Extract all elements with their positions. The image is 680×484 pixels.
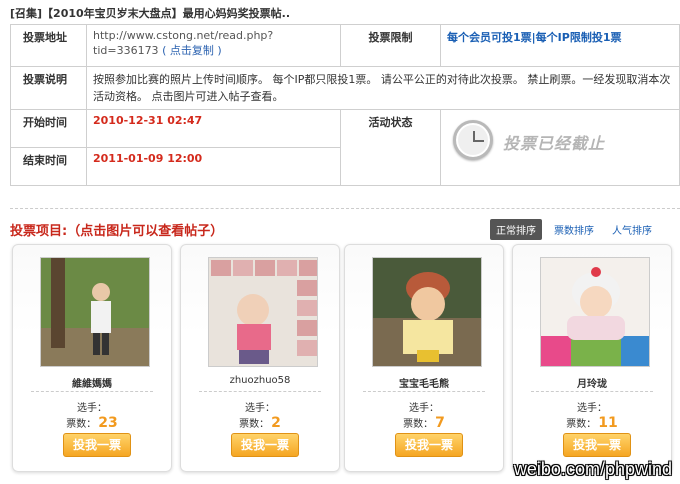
candidate-cards: 維維媽媽 选手： 票数： 23 投我一票 zhuozhuo58 选手： 票数： 2 … bbox=[10, 244, 680, 474]
vote-limit-label: 投票限制 bbox=[340, 24, 441, 67]
status-cell: 投票已经截止 bbox=[440, 109, 680, 186]
candidate-photo[interactable] bbox=[540, 257, 650, 367]
vote-count: 票数： 23 bbox=[66, 415, 118, 431]
candidate-card: 維維媽媽 选手： 票数： 23 投我一票 bbox=[12, 244, 172, 472]
vote-info-table: 投票地址 http://www.cstong.net/read.php?tid=… bbox=[10, 24, 680, 186]
candidate-name: 維維媽媽 bbox=[72, 379, 112, 390]
candidate-photo[interactable] bbox=[40, 257, 150, 367]
candidate-label: 选手： bbox=[245, 403, 275, 414]
vote-desc-label: 投票说明 bbox=[10, 66, 87, 110]
vote-limit: 每个会员可投1票|每个IP限制投1票 bbox=[440, 24, 680, 67]
sort-tabs: 正常排序 票数排序 人气排序 bbox=[490, 219, 658, 240]
sort-normal[interactable]: 正常排序 bbox=[490, 219, 542, 240]
candidate-name: 宝宝毛毛熊 bbox=[399, 379, 449, 390]
vote-button[interactable]: 投我一票 bbox=[231, 433, 299, 457]
photo-image bbox=[541, 258, 649, 366]
status-label: 活动状态 bbox=[340, 109, 441, 186]
photo-image bbox=[41, 258, 149, 366]
vote-count: 票数： 7 bbox=[403, 415, 445, 431]
candidate-label: 选手： bbox=[577, 403, 607, 414]
vote-button[interactable]: 投我一票 bbox=[395, 433, 463, 457]
divider bbox=[10, 208, 680, 209]
page-title: [召集]【2010年宝贝岁末大盘点】最用心妈妈奖投票帖.. bbox=[10, 7, 291, 20]
vote-url-label: 投票地址 bbox=[10, 24, 87, 67]
watermark: weibo.com/phpwind bbox=[513, 459, 672, 479]
candidate-name: 月玲珑 bbox=[577, 379, 607, 390]
candidate-photo[interactable] bbox=[372, 257, 482, 367]
candidate-photo[interactable] bbox=[208, 257, 318, 367]
candidate-card: 月玲珑 选手： 票数： 11 投我一票 bbox=[512, 244, 672, 472]
candidate-label: 选手： bbox=[77, 403, 107, 414]
candidate-name: zhuozhuo58 bbox=[229, 375, 291, 386]
vote-count: 票数： 2 bbox=[239, 415, 281, 431]
candidate-label: 选手： bbox=[409, 403, 439, 414]
start-label: 开始时间 bbox=[10, 109, 87, 148]
end-time: 2011-01-09 12:00 bbox=[86, 147, 341, 186]
section-title: 投票项目:（点击图片可以查看帖子） bbox=[10, 224, 224, 239]
sort-popularity[interactable]: 人气排序 bbox=[606, 219, 658, 240]
sort-votes[interactable]: 票数排序 bbox=[548, 219, 600, 240]
vote-count: 票数： 11 bbox=[566, 415, 618, 431]
end-label: 结束时间 bbox=[10, 147, 87, 186]
photo-image bbox=[373, 258, 481, 366]
copy-link[interactable]: ( 点击复制 ) bbox=[162, 44, 222, 57]
candidate-card: 宝宝毛毛熊 选手： 票数： 7 投我一票 bbox=[344, 244, 504, 472]
photo-image bbox=[209, 258, 317, 366]
candidate-card: zhuozhuo58 选手： 票数： 2 投我一票 bbox=[180, 244, 340, 472]
vote-button[interactable]: 投我一票 bbox=[563, 433, 631, 457]
start-time: 2010-12-31 02:47 bbox=[86, 109, 341, 148]
status-text: 投票已经截止 bbox=[503, 134, 606, 153]
clock-icon bbox=[453, 120, 493, 160]
vote-button[interactable]: 投我一票 bbox=[63, 433, 131, 457]
vote-desc: 按照参加比赛的照片上传时间顺序。 每个IP都只限投1票。 请公平公正的对待此次投… bbox=[86, 66, 680, 110]
